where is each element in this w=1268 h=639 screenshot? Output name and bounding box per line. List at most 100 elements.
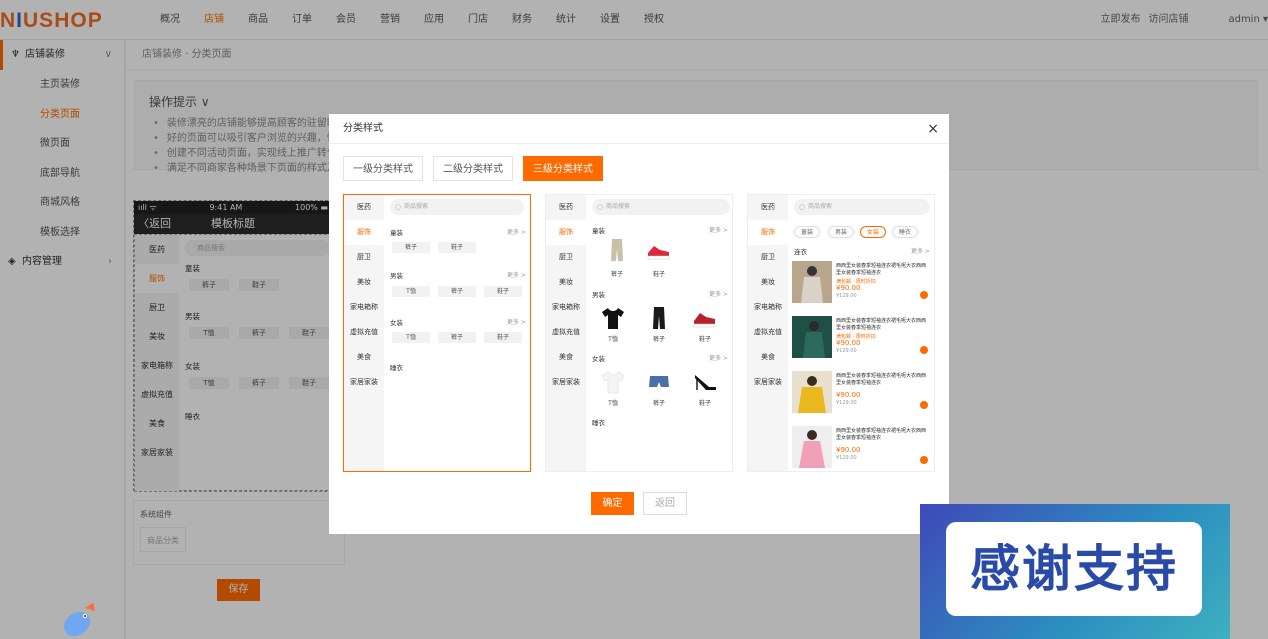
product-card: 西西里女装春季短袖连衣裙毛呢大衣西西里女装春季短袖连衣 ¥90.00 ¥129.… bbox=[792, 371, 932, 421]
category-item: 美妆 bbox=[559, 278, 573, 286]
product-card: 西西里女装春季短袖连衣裙毛呢大衣西西里女装春季短袖连衣 满包邮 · 限时折扣 ¥… bbox=[792, 261, 932, 311]
category-item: 厨卫 bbox=[761, 253, 775, 261]
add-cart-icon bbox=[920, 401, 928, 409]
more-link: 更多 > bbox=[709, 227, 728, 234]
tab-level1-style[interactable]: 一级分类样式 bbox=[343, 156, 423, 181]
product-old-price: ¥129.00 bbox=[836, 400, 857, 406]
category-item: 服饰 bbox=[344, 220, 384, 245]
style-tabs: 一级分类样式 二级分类样式 三级分类样式 bbox=[343, 156, 613, 181]
item-label: 鞋子 bbox=[652, 271, 665, 278]
category-item: 医药 bbox=[357, 203, 371, 211]
mascot-icon bbox=[63, 603, 95, 637]
product-image bbox=[792, 261, 832, 303]
category-list: 医药 服饰 厨卫 美妆 家电箱称 虚拟充值 美食 家居家装 bbox=[748, 195, 788, 471]
sub-tab: 男装 bbox=[828, 226, 855, 238]
category-list: 医药 服饰 厨卫 美妆 家电箱称 虚拟充值 美食 家居家装 bbox=[344, 195, 384, 471]
category-item: 美食 bbox=[761, 353, 775, 361]
category-item: 虚拟充值 bbox=[350, 328, 378, 336]
item-label: 裤子 bbox=[652, 336, 665, 343]
pants-thumbnail bbox=[611, 239, 623, 261]
category-item: 医药 bbox=[559, 203, 573, 211]
shoe-thumbnail bbox=[693, 313, 716, 328]
more-link: 更多 > bbox=[911, 248, 930, 255]
search-input: 商品搜索 bbox=[390, 199, 524, 215]
sub-category-chip: 鞋子 bbox=[484, 286, 522, 297]
product-price: ¥90.00 bbox=[836, 339, 861, 347]
thanks-banner: 感谢支持 bbox=[920, 504, 1230, 639]
category-item: 服饰 bbox=[546, 220, 586, 245]
tab-level2-style[interactable]: 二级分类样式 bbox=[433, 156, 513, 181]
section-title: 童装 bbox=[390, 229, 403, 237]
more-link: 更多 > bbox=[709, 355, 728, 362]
product-price: ¥90.00 bbox=[836, 284, 861, 292]
section-title: 连衣 bbox=[794, 248, 807, 256]
category-item: 家电箱称 bbox=[552, 303, 580, 311]
close-icon[interactable]: × bbox=[927, 114, 939, 144]
tshirt-thumbnail bbox=[602, 308, 624, 329]
category-item: 家电箱称 bbox=[350, 303, 378, 311]
category-item: 家电箱称 bbox=[754, 303, 782, 311]
sub-tab: 睡衣 bbox=[892, 226, 919, 238]
style-option-text[interactable]: 医药 服饰 厨卫 美妆 家电箱称 虚拟充值 美食 家居家装 商品搜索 童装 更多… bbox=[343, 194, 531, 472]
style-option-product[interactable]: 医药 服饰 厨卫 美妆 家电箱称 虚拟充值 美食 家居家装 商品搜索 童装 男装… bbox=[747, 194, 935, 472]
category-item: 虚拟充值 bbox=[552, 328, 580, 336]
search-input: 商品搜索 bbox=[592, 199, 730, 215]
category-item: 美妆 bbox=[761, 278, 775, 286]
sub-category-chip: 裤子 bbox=[438, 286, 476, 297]
section-title: 女装 bbox=[390, 319, 403, 327]
more-link: 更多 > bbox=[507, 319, 526, 326]
section-title: 睡衣 bbox=[390, 364, 403, 372]
modal-title: 分类样式 bbox=[343, 123, 383, 134]
shoe-thumbnail bbox=[647, 246, 670, 260]
more-link: 更多 > bbox=[507, 229, 526, 236]
section-title: 睡衣 bbox=[592, 419, 605, 427]
product-card: 西西里女装春季短袖连衣裙毛呢大衣西西里女装春季短袖连衣 满包邮 · 限时折扣 ¥… bbox=[792, 316, 932, 366]
item-label: 鞋子 bbox=[698, 400, 711, 407]
add-cart-icon bbox=[920, 291, 928, 299]
thanks-text: 感谢支持 bbox=[946, 522, 1202, 616]
item-label: T恤 bbox=[608, 400, 618, 407]
section-title: 男装 bbox=[592, 291, 605, 299]
category-item: 家居家装 bbox=[350, 378, 378, 386]
sub-category-chip: 鞋子 bbox=[438, 242, 476, 253]
style-option-image[interactable]: 医药 服饰 厨卫 美妆 家电箱称 虚拟充值 美食 家居家装 商品搜索 童装 更多… bbox=[545, 194, 733, 472]
search-input: 商品搜索 bbox=[794, 199, 930, 215]
confirm-button[interactable]: 确定 bbox=[591, 492, 634, 515]
sub-category-chip: 裤子 bbox=[392, 242, 430, 253]
sub-tab: 女装 bbox=[860, 226, 887, 238]
heels-thumbnail bbox=[695, 375, 716, 390]
category-list: 医药 服饰 厨卫 美妆 家电箱称 虚拟充值 美食 家居家装 bbox=[546, 195, 586, 471]
product-image bbox=[792, 426, 832, 468]
product-price: ¥90.00 bbox=[836, 391, 861, 399]
add-cart-icon bbox=[920, 346, 928, 354]
back-button[interactable]: 返回 bbox=[643, 492, 687, 515]
category-item: 美妆 bbox=[357, 278, 371, 286]
product-image bbox=[792, 316, 832, 358]
category-item: 家居家装 bbox=[754, 378, 782, 386]
product-price: ¥90.00 bbox=[836, 446, 861, 454]
tshirt-thumbnail bbox=[601, 371, 625, 394]
product-name: 西西里女装春季短袖连衣裙毛呢大衣西西里女装春季短袖连衣 bbox=[836, 318, 927, 331]
product-old-price: ¥129.00 bbox=[836, 293, 857, 299]
sub-category-chip: T恤 bbox=[392, 286, 430, 297]
category-item: 厨卫 bbox=[357, 253, 371, 261]
category-item: 虚拟充值 bbox=[754, 328, 782, 336]
item-label: 裤子 bbox=[652, 400, 665, 407]
category-item: 医药 bbox=[761, 203, 775, 211]
sub-category-chip: T恤 bbox=[392, 332, 430, 343]
category-item: 服饰 bbox=[748, 220, 788, 245]
more-link: 更多 > bbox=[709, 291, 728, 298]
tab-level3-style[interactable]: 三级分类样式 bbox=[523, 156, 603, 181]
product-old-price: ¥129.00 bbox=[836, 455, 857, 461]
add-cart-icon bbox=[920, 456, 928, 464]
section-title: 女装 bbox=[592, 355, 605, 363]
pants-thumbnail bbox=[653, 307, 665, 329]
section-title: 童装 bbox=[592, 227, 605, 235]
sub-category-chip: 裤子 bbox=[438, 332, 476, 343]
product-old-price: ¥129.00 bbox=[836, 348, 857, 354]
product-image bbox=[792, 371, 832, 413]
product-card: 西西里女装春季短袖连衣裙毛呢大衣西西里女装春季短袖连衣 ¥90.00 ¥129.… bbox=[792, 426, 932, 471]
section-title: 男装 bbox=[390, 272, 403, 280]
category-item: 美食 bbox=[357, 353, 371, 361]
product-name: 西西里女装春季短袖连衣裙毛呢大衣西西里女装春季短袖连衣 bbox=[836, 428, 927, 441]
